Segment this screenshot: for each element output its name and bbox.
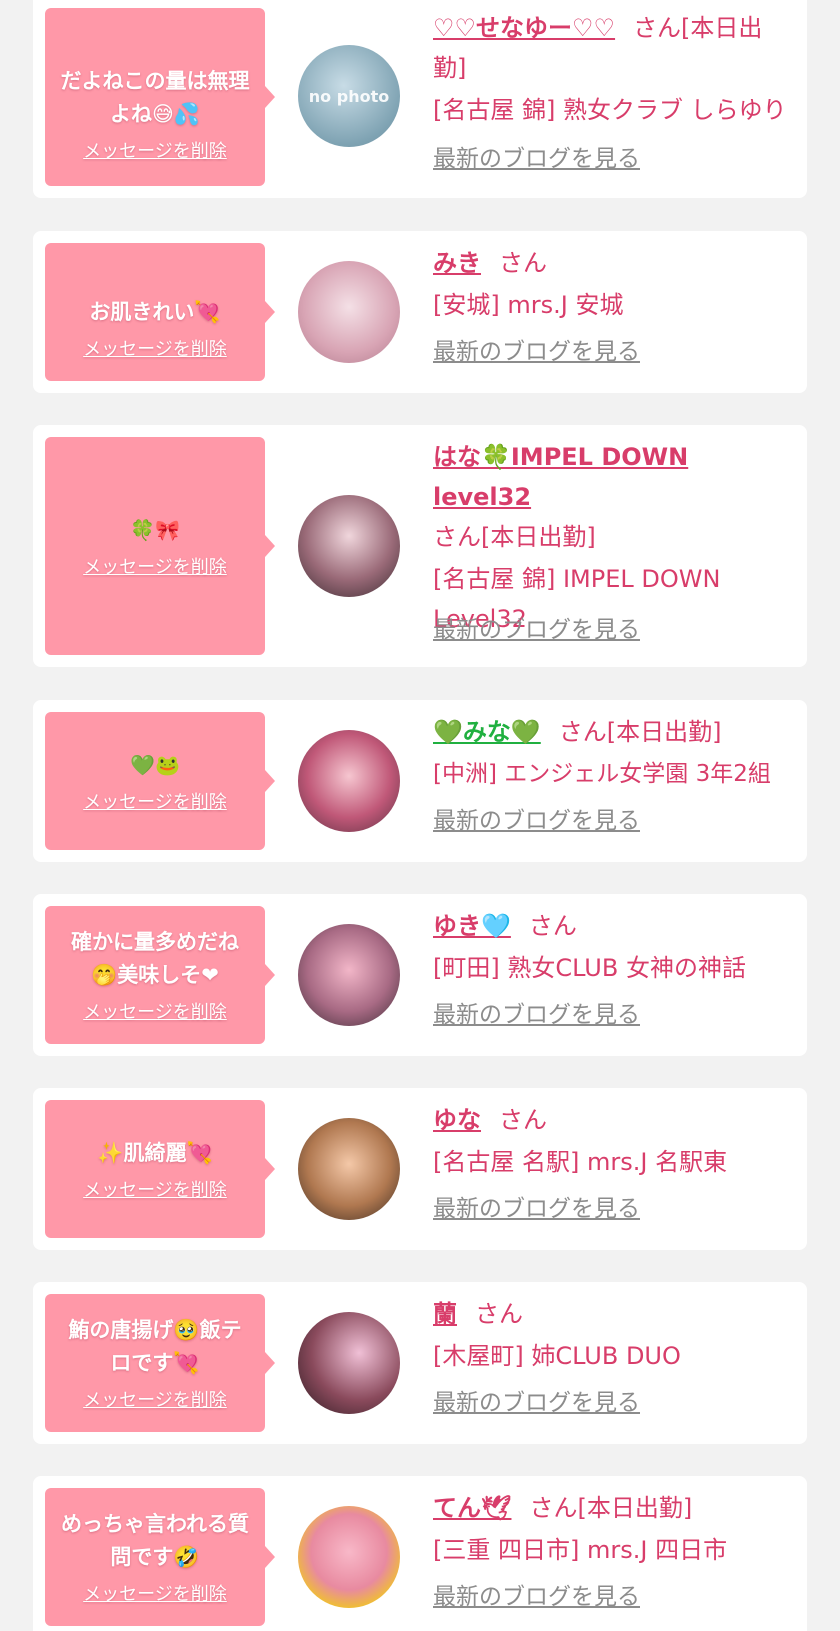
avatar[interactable] <box>298 730 400 832</box>
message-text: お肌きれい💘 <box>89 300 221 324</box>
message-card: 🍀🎀 メッセージを削除 はな🍀IMPEL DOWN level32 さん[本日出… <box>33 425 807 667</box>
shop-label: [三重 四日市] mrs.J 四日市 <box>433 1536 728 1564</box>
shop-label: [安城] mrs.J 安城 <box>433 291 624 319</box>
message-bubble: 鮪の唐揚げ🥹飯テロです💘 メッセージを削除 <box>45 1294 275 1432</box>
profile-info: はな🍀IMPEL DOWN level32 さん[本日出勤] [名古屋 錦] I… <box>433 437 793 639</box>
message-text: 確かに量多めだね 🤭美味しそ❤ <box>71 930 239 987</box>
delete-message-link[interactable]: メッセージを削除 <box>83 141 227 163</box>
profile-info: ♡♡せなゆー♡♡ さん[本日出勤] [名古屋 錦] 熟女クラブ しらゆり <box>433 8 793 130</box>
delete-message-link[interactable]: メッセージを削除 <box>83 339 227 361</box>
shop-label: [名古屋 錦] 熟女クラブ しらゆり <box>433 96 787 124</box>
profile-info: 💚みな💚 さん[本日出勤] [中洲] エンジェル女学園 3年2組 <box>433 712 813 794</box>
view-blog-link[interactable]: 最新のブログを見る <box>433 1388 640 1418</box>
avatar[interactable] <box>298 495 400 597</box>
profile-name-link[interactable]: 蘭 <box>433 1300 457 1328</box>
honorific-status: さん <box>499 249 547 277</box>
view-blog-link[interactable]: 最新のブログを見る <box>433 1000 640 1030</box>
message-card: だよねこの量は無理よね😅💦 メッセージを削除 no photo ♡♡せなゆー♡♡… <box>33 0 807 198</box>
delete-message-link[interactable]: メッセージを削除 <box>83 1584 227 1606</box>
shop-label: [木屋町] 姉CLUB DUO <box>433 1342 681 1370</box>
message-text: 鮪の唐揚げ🥹飯テロです💘 <box>68 1318 242 1375</box>
message-bubble: めっちゃ言われる質問です🤣 メッセージを削除 <box>45 1488 275 1626</box>
message-text: だよねこの量は無理よね😅💦 <box>60 68 250 126</box>
message-card: お肌きれい💘 メッセージを削除 みき さん [安城] mrs.J 安城 最新のブロ… <box>33 231 807 393</box>
delete-message-link[interactable]: メッセージを削除 <box>83 557 227 579</box>
message-bubble: 🍀🎀 メッセージを削除 <box>45 437 275 655</box>
honorific-status: さん[本日出勤] <box>529 1494 693 1522</box>
profile-name-link[interactable]: ゆき🩵 <box>433 912 511 940</box>
delete-message-link[interactable]: メッセージを削除 <box>83 1390 227 1412</box>
heart-arrow-emoji-icon: 💘 <box>194 300 221 324</box>
profile-info: みき さん [安城] mrs.J 安城 <box>433 243 793 325</box>
profile-info: 蘭さん [木屋町] 姉CLUB DUO <box>433 1294 793 1376</box>
message-card: めっちゃ言われる質問です🤣 メッセージを削除 てん🕊 さん[本日出勤] [三重 四… <box>33 1476 807 1631</box>
message-card: 💚🐸 メッセージを削除 💚みな💚 さん[本日出勤] [中洲] エンジェル女学園 3… <box>33 700 807 862</box>
honorific-status: さん <box>528 912 577 940</box>
shop-label: [町田] 熟女CLUB 女神の神話 <box>433 954 746 982</box>
message-card: ✨肌綺麗💘 メッセージを削除 ゆな さん [名古屋 名駅] mrs.J 名駅東 最… <box>33 1088 807 1250</box>
message-bubble: 💚🐸 メッセージを削除 <box>45 712 275 850</box>
view-blog-link[interactable]: 最新のブログを見る <box>433 144 640 174</box>
view-blog-link[interactable]: 最新のブログを見る <box>433 806 640 836</box>
message-card: 鮪の唐揚げ🥹飯テロです💘 メッセージを削除 蘭さん [木屋町] 姉CLUB DU… <box>33 1282 807 1444</box>
message-text: めっちゃ言われる質問です🤣 <box>61 1512 249 1569</box>
avatar[interactable]: no photo <box>298 45 400 147</box>
shop-label: [中洲] エンジェル女学園 3年2組 <box>433 761 771 787</box>
no-photo-placeholder: no photo <box>308 86 390 106</box>
profile-name-link[interactable]: てん🕊 <box>433 1494 511 1522</box>
message-card: 確かに量多めだね 🤭美味しそ❤ メッセージを削除 ゆき🩵 さん [町田] 熟女CL… <box>33 894 807 1056</box>
avatar[interactable] <box>298 261 400 363</box>
honorific-status: さん[本日出勤] <box>433 523 596 551</box>
profile-name-link[interactable]: はな🍀IMPEL DOWN level32 <box>433 443 688 511</box>
view-blog-link[interactable]: 最新のブログを見る <box>433 1582 640 1612</box>
clover-ribbon-emoji-icon: 🍀🎀 <box>130 517 180 542</box>
avatar[interactable] <box>298 1506 400 1608</box>
profile-name-link[interactable]: 💚みな💚 <box>433 718 541 746</box>
avatar[interactable] <box>298 1312 400 1414</box>
honorific-status: さん <box>475 1300 523 1328</box>
profile-info: ゆき🩵 さん [町田] 熟女CLUB 女神の神話 <box>433 906 793 988</box>
delete-message-link[interactable]: メッセージを削除 <box>83 792 227 814</box>
message-bubble: だよねこの量は無理よね😅💦 メッセージを削除 <box>45 8 275 186</box>
profile-name-link[interactable]: みき <box>433 249 481 277</box>
message-text: ✨肌綺麗💘 <box>97 1140 213 1165</box>
honorific-status: さん[本日出勤] <box>558 718 722 746</box>
view-blog-link[interactable]: 最新のブログを見る <box>433 615 640 645</box>
profile-name-link[interactable]: ゆな <box>433 1106 481 1134</box>
shop-label: [名古屋 名駅] mrs.J 名駅東 <box>433 1148 728 1176</box>
view-blog-link[interactable]: 最新のブログを見る <box>433 337 640 367</box>
avatar[interactable] <box>298 924 400 1026</box>
message-bubble: 確かに量多めだね 🤭美味しそ❤ メッセージを削除 <box>45 906 275 1044</box>
sweat-emoji-icon: 😅💦 <box>151 101 201 126</box>
delete-message-link[interactable]: メッセージを削除 <box>83 1002 227 1024</box>
delete-message-link[interactable]: メッセージを削除 <box>83 1180 227 1202</box>
view-blog-link[interactable]: 最新のブログを見る <box>433 1194 640 1224</box>
profile-name-link[interactable]: ♡♡せなゆー♡♡ <box>433 14 615 42</box>
honorific-status: さん <box>499 1106 547 1134</box>
message-bubble: ✨肌綺麗💘 メッセージを削除 <box>45 1100 275 1238</box>
green-heart-frog-emoji-icon: 💚🐸 <box>130 752 180 777</box>
profile-info: ゆな さん [名古屋 名駅] mrs.J 名駅東 <box>433 1100 793 1182</box>
avatar[interactable] <box>298 1118 400 1220</box>
message-bubble: お肌きれい💘 メッセージを削除 <box>45 243 275 381</box>
profile-info: てん🕊 さん[本日出勤] [三重 四日市] mrs.J 四日市 <box>433 1488 793 1570</box>
